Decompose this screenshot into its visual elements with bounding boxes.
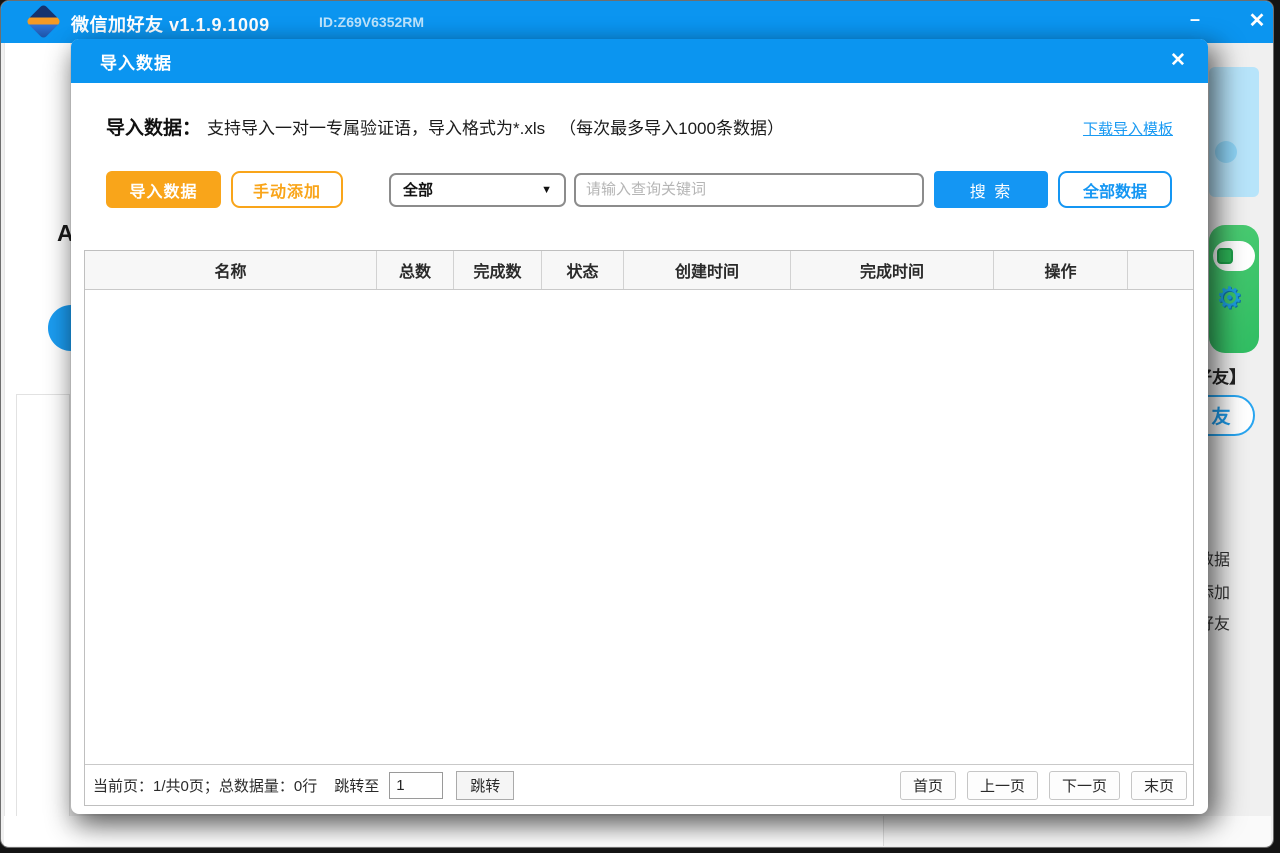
window-close-button[interactable]: ✕	[1237, 1, 1274, 41]
info-text: 支持导入一对一专属验证语，导入格式为*.xls	[207, 114, 545, 139]
background-bottom-panel	[4, 816, 883, 846]
pagination: 首页 上一页 下一页 末页	[889, 771, 1187, 800]
minimize-button[interactable]: –	[1177, 1, 1213, 41]
info-bold-label: 导入数据：	[106, 113, 201, 140]
dialog-close-button[interactable]: ✕	[1162, 45, 1194, 77]
gear-icon[interactable]: ⚙	[1216, 281, 1243, 316]
col-header-empty	[1128, 251, 1193, 289]
table-body-empty	[85, 290, 1193, 764]
chevron-down-icon: ▼	[541, 184, 552, 196]
background-bubble-icon	[1215, 141, 1237, 163]
col-header-actions: 操作	[994, 251, 1128, 289]
manual-add-button[interactable]: 手动添加	[231, 171, 343, 208]
background-add-friend-label: 友	[1211, 402, 1230, 429]
search-input[interactable]	[574, 173, 924, 207]
screen: A ⚙ 好友】 友 数据 添加 好友 微信加好友 v1.1.9.1009 ID:…	[0, 0, 1280, 853]
col-header-completed: 完成数	[454, 251, 542, 289]
background-qr-panel	[1209, 67, 1259, 197]
col-header-total: 总数	[377, 251, 454, 289]
app-window: A ⚙ 好友】 友 数据 添加 好友 微信加好友 v1.1.9.1009 ID:…	[0, 0, 1274, 848]
col-header-finished-time: 完成时间	[791, 251, 994, 289]
dialog-body: 导入数据： 支持导入一对一专属验证语，导入格式为*.xls （每次最多导入100…	[71, 83, 1208, 814]
download-template-link[interactable]: 下载导入模板	[1083, 118, 1173, 139]
search-button[interactable]: 搜 索	[934, 171, 1048, 208]
table-footer: 当前页：1/共0页；总数据量：0行 跳转至 跳转 首页 上一页 下一页 末页	[85, 764, 1193, 805]
info-line: 导入数据： 支持导入一对一专属验证语，导入格式为*.xls （每次最多导入100…	[71, 113, 1208, 140]
background-left-bordered-panel	[16, 394, 70, 846]
jump-to-label: 跳转至	[334, 775, 379, 796]
last-page-button[interactable]: 末页	[1131, 771, 1187, 800]
background-bottom-panel-right	[883, 816, 1271, 846]
import-data-button[interactable]: 导入数据	[106, 171, 221, 208]
col-header-name: 名称	[85, 251, 377, 289]
col-header-created-time: 创建时间	[624, 251, 791, 289]
first-page-button[interactable]: 首页	[900, 771, 956, 800]
jump-button[interactable]: 跳转	[456, 771, 514, 800]
app-title: 微信加好友 v1.1.9.1009	[71, 11, 270, 37]
wechat-icon	[1217, 248, 1233, 264]
filter-select-value: 全部	[403, 179, 433, 200]
info-note: （每次最多导入1000条数据）	[559, 114, 784, 139]
filter-select[interactable]: 全部 ▼	[389, 173, 566, 207]
dialog-header: 导入数据 ✕	[71, 39, 1208, 83]
import-data-dialog: 导入数据 ✕ 导入数据： 支持导入一对一专属验证语，导入格式为*.xls （每次…	[71, 39, 1208, 814]
col-header-status: 状态	[542, 251, 624, 289]
prev-page-button[interactable]: 上一页	[967, 771, 1038, 800]
titlebar: 微信加好友 v1.1.9.1009 ID:Z69V6352RM – ✕	[1, 1, 1273, 43]
page-info: 当前页：1/共0页；总数据量：0行	[93, 775, 317, 796]
app-id: ID:Z69V6352RM	[319, 14, 424, 30]
data-table: 名称 总数 完成数 状态 创建时间 完成时间 操作 当前页：1/共0页；总数据量…	[84, 250, 1194, 806]
table-header-row: 名称 总数 完成数 状态 创建时间 完成时间 操作	[85, 251, 1193, 290]
next-page-button[interactable]: 下一页	[1049, 771, 1120, 800]
jump-page-input[interactable]	[389, 772, 443, 799]
dialog-title: 导入数据	[100, 49, 172, 74]
all-data-button[interactable]: 全部数据	[1058, 171, 1172, 208]
toolbar: 导入数据 手动添加 全部 ▼ 搜 索 全部数据	[71, 171, 1208, 208]
app-logo-icon	[26, 4, 61, 39]
